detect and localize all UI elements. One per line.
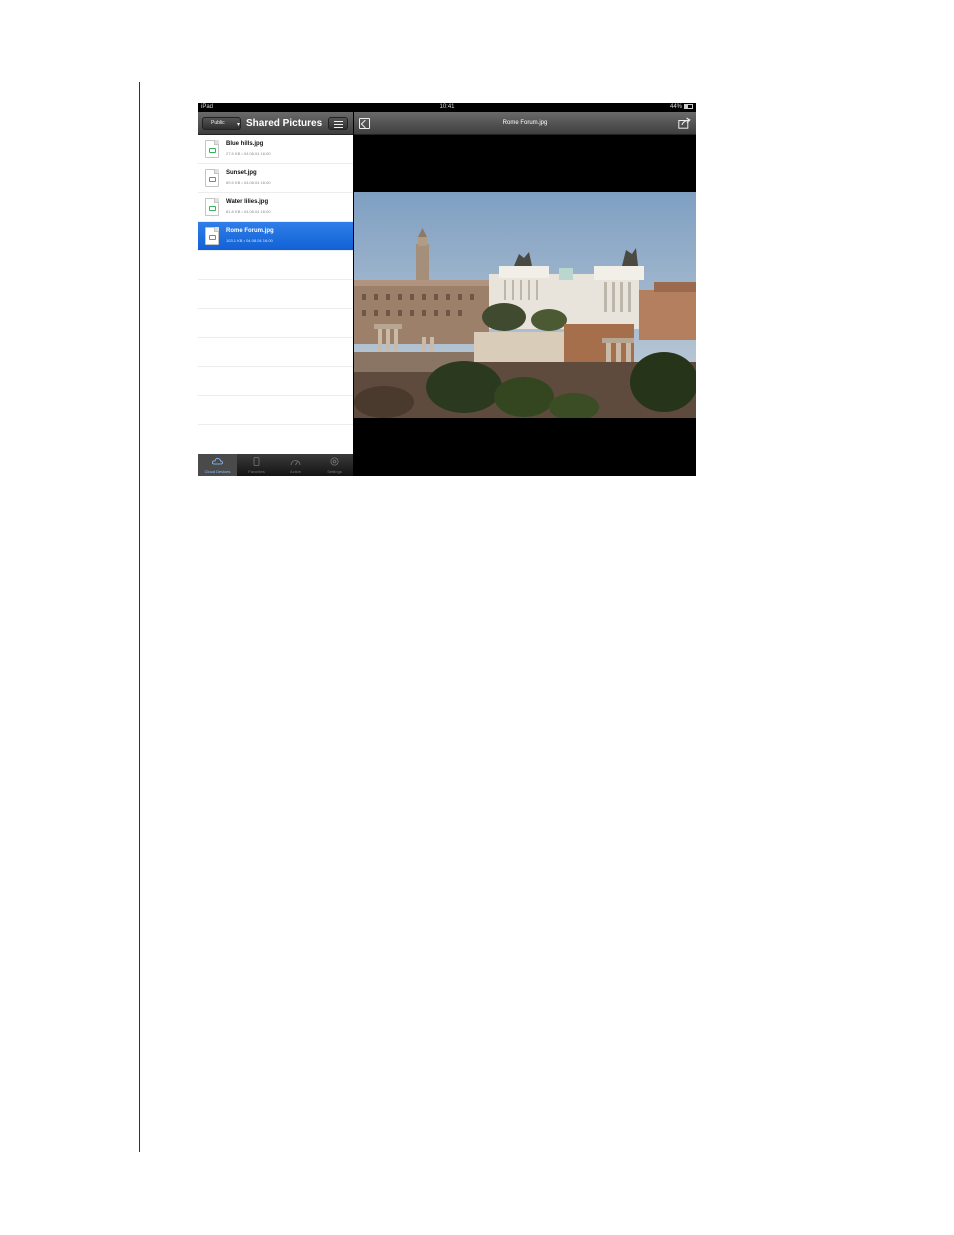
- empty-row: [198, 280, 353, 309]
- file-row-sunset[interactable]: Sunset.jpg 69.5 KB • 04.08.04 16:00: [198, 164, 353, 193]
- tab-label: Settings: [327, 469, 342, 474]
- viewer-title: Rome Forum.jpg: [502, 120, 548, 126]
- viewer-toolbar: Rome Forum.jpg: [354, 112, 696, 135]
- file-row-water-lilies[interactable]: Water lilies.jpg 81.8 KB • 04.08.04 16:0…: [198, 193, 353, 222]
- image-file-icon: [205, 140, 219, 158]
- file-name: Blue hills.jpg: [226, 141, 264, 147]
- tab-label: Active: [290, 469, 301, 474]
- image-file-icon: [205, 227, 219, 245]
- share-selector-button[interactable]: Public ▾: [202, 117, 241, 130]
- file-meta: 81.8 KB • 04.08.04 16:00: [226, 209, 271, 214]
- empty-row: [198, 251, 353, 280]
- file-browser-toolbar: Public ▾ Shared Pictures: [198, 112, 353, 135]
- gear-icon: [330, 457, 339, 466]
- empty-row: [198, 338, 353, 367]
- file-meta: 27.5 KB • 04.08.04 16:00: [226, 151, 271, 156]
- image-file-icon: [205, 169, 219, 187]
- list-view-button[interactable]: [328, 117, 348, 130]
- empty-row: [198, 309, 353, 338]
- gauge-icon: [290, 460, 301, 466]
- list-icon-line: [334, 127, 343, 128]
- file-browser-pane: Public ▾ Shared Pictures Blue hills.jpg …: [198, 112, 353, 476]
- file-meta: 103.1 KB • 04.08.04 16:00: [226, 238, 273, 243]
- image-viewer-pane: Rome Forum.jpg: [354, 112, 696, 476]
- file-row-rome-forum[interactable]: Rome Forum.jpg 103.1 KB • 04.08.04 16:00: [198, 222, 353, 251]
- file-name: Rome Forum.jpg: [226, 228, 274, 234]
- battery-percent: 44%: [669, 104, 682, 110]
- tab-cloud-devices[interactable]: Cloud Devices: [198, 454, 237, 476]
- page-margin-rule: [139, 82, 140, 1152]
- empty-row: [198, 367, 353, 396]
- tab-active[interactable]: Active: [276, 454, 315, 476]
- list-icon-line: [334, 124, 343, 125]
- status-bar: iPad 10:41 44%: [198, 103, 696, 112]
- tab-bar: Cloud Devices Favorites Active Settings: [198, 454, 353, 476]
- tab-label: Favorites: [248, 469, 265, 474]
- empty-row: [198, 396, 353, 425]
- share-selector-label: Public: [211, 120, 225, 126]
- tab-label: Cloud Devices: [204, 469, 231, 474]
- file-meta: 69.5 KB • 04.08.04 16:00: [226, 180, 271, 185]
- tab-favorites[interactable]: Favorites: [237, 454, 276, 476]
- cloud-icon: [212, 458, 223, 465]
- file-name: Sunset.jpg: [226, 170, 257, 176]
- list-icon: [334, 121, 343, 122]
- device-icon: [253, 457, 260, 466]
- status-time: 10:41: [439, 104, 455, 110]
- folder-title: Shared Pictures: [246, 118, 323, 129]
- ipad-screen: iPad 10:41 44% Public ▾ Shared Pictures …: [198, 103, 696, 476]
- chevron-down-icon: ▾: [237, 122, 241, 128]
- share-action-icon[interactable]: [678, 117, 691, 129]
- image-file-icon: [205, 198, 219, 216]
- battery-icon: [684, 103, 693, 109]
- file-row-blue-hills[interactable]: Blue hills.jpg 27.5 KB • 04.08.04 16:00: [198, 135, 353, 164]
- file-name: Water lilies.jpg: [226, 199, 269, 205]
- file-list: Blue hills.jpg 27.5 KB • 04.08.04 16:00 …: [198, 135, 353, 425]
- tab-settings[interactable]: Settings: [315, 454, 354, 476]
- status-battery: 44%: [670, 103, 693, 112]
- rome-forum-photo: [354, 192, 696, 418]
